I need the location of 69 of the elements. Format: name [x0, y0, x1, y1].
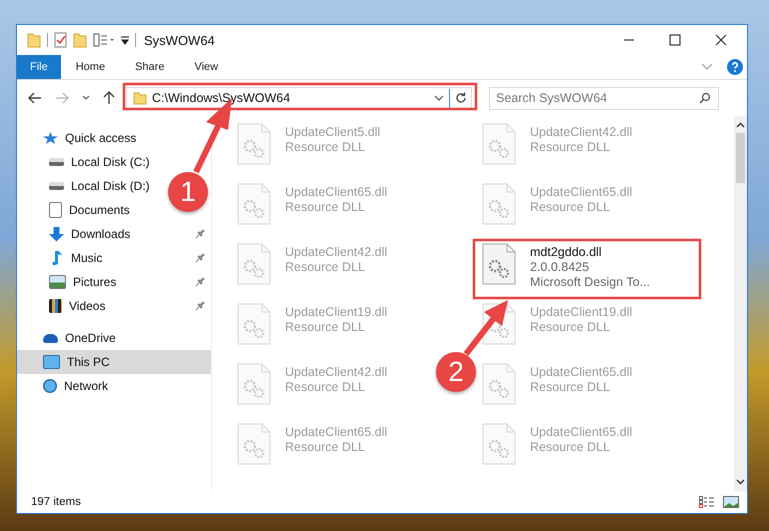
nav-icon — [43, 379, 57, 393]
file-detail: Resource DLL — [285, 260, 366, 274]
close-icon[interactable] — [715, 34, 727, 46]
window-title: SysWOW64 — [144, 32, 215, 48]
file-detail: Resource DLL — [285, 440, 366, 454]
search-field[interactable]: Search SysWOW64 — [489, 86, 719, 110]
thumbnail-view-icon[interactable] — [723, 496, 739, 508]
nav-item[interactable]: Network — [17, 374, 114, 398]
file-detail: Resource DLL — [530, 440, 611, 454]
dropdown-icon[interactable] — [434, 95, 444, 101]
pin-icon[interactable] — [195, 229, 205, 239]
scrollbar[interactable] — [734, 116, 747, 491]
address-path: C:\Windows\SysWOW64 — [152, 91, 292, 105]
file-detail: Resource DLL — [285, 380, 366, 394]
item-count: 197 items — [31, 496, 81, 508]
scroll-down-icon[interactable] — [736, 479, 745, 485]
file-detail: 2.0.0.8425 — [530, 260, 590, 274]
nav-icon — [49, 275, 66, 289]
pin-icon[interactable] — [195, 277, 205, 287]
scroll-thumb[interactable] — [736, 133, 745, 183]
refresh-icon[interactable] — [455, 92, 467, 104]
annotation-arrow — [464, 300, 508, 356]
ribbon-tab[interactable]: View — [179, 55, 234, 79]
pin-icon[interactable] — [195, 253, 205, 263]
file-detail: Resource DLL — [285, 200, 366, 214]
ribbon-tab[interactable]: Share — [120, 55, 180, 79]
nav-item[interactable]: Local Disk (D:) — [17, 174, 156, 198]
file-detail: Microsoft Design To... — [530, 275, 650, 289]
nav-item[interactable]: This PC — [17, 350, 211, 374]
scroll-up-icon[interactable] — [736, 122, 745, 128]
folder-icon[interactable] — [73, 32, 87, 48]
file-detail: Resource DLL — [530, 200, 611, 214]
nav-item[interactable]: Quick access — [17, 126, 142, 150]
nav-icon — [49, 202, 62, 218]
nav-item[interactable]: Downloads — [17, 222, 211, 246]
pin-icon[interactable] — [195, 301, 205, 311]
nav-item[interactable]: Music — [17, 246, 211, 270]
properties-icon[interactable] — [54, 32, 67, 48]
folder-icon — [133, 91, 147, 105]
chevron-icon[interactable] — [701, 63, 713, 71]
nav-item[interactable]: Videos — [17, 294, 211, 318]
caret-icon[interactable] — [121, 35, 129, 45]
nav-icon — [49, 158, 64, 166]
ribbon-tab[interactable]: Home — [60, 55, 120, 79]
ribbon-tab[interactable]: File — [17, 55, 61, 79]
details-view-icon[interactable] — [699, 496, 715, 508]
nav-item[interactable]: Local Disk (C:) — [17, 150, 156, 174]
nav-icon — [49, 299, 62, 313]
file-detail: Resource DLL — [530, 380, 611, 394]
nav-icon — [49, 182, 64, 190]
help-icon[interactable] — [727, 59, 743, 75]
layout-icon[interactable] — [93, 33, 115, 47]
nav-icon — [43, 355, 60, 369]
forward-arrow-icon[interactable] — [55, 92, 69, 104]
maximize-icon[interactable] — [669, 34, 681, 46]
file-detail: Resource DLL — [285, 140, 366, 154]
folder-icon[interactable] — [27, 32, 41, 48]
nav-item[interactable]: OneDrive — [17, 326, 122, 350]
nav-item[interactable]: Pictures — [17, 270, 211, 294]
back-arrow-icon[interactable] — [28, 92, 42, 104]
up-arrow-icon[interactable] — [103, 91, 115, 105]
file-detail: Resource DLL — [285, 320, 366, 334]
nav-item[interactable]: Documents — [17, 198, 136, 222]
nav-icon — [43, 334, 58, 342]
caret-icon[interactable] — [82, 95, 90, 101]
file-detail: Resource DLL — [530, 320, 611, 334]
dll-file-icon[interactable] — [482, 243, 516, 285]
file-detail: Resource DLL — [530, 140, 611, 154]
file-name[interactable]: mdt2gddo.dll — [530, 245, 650, 259]
